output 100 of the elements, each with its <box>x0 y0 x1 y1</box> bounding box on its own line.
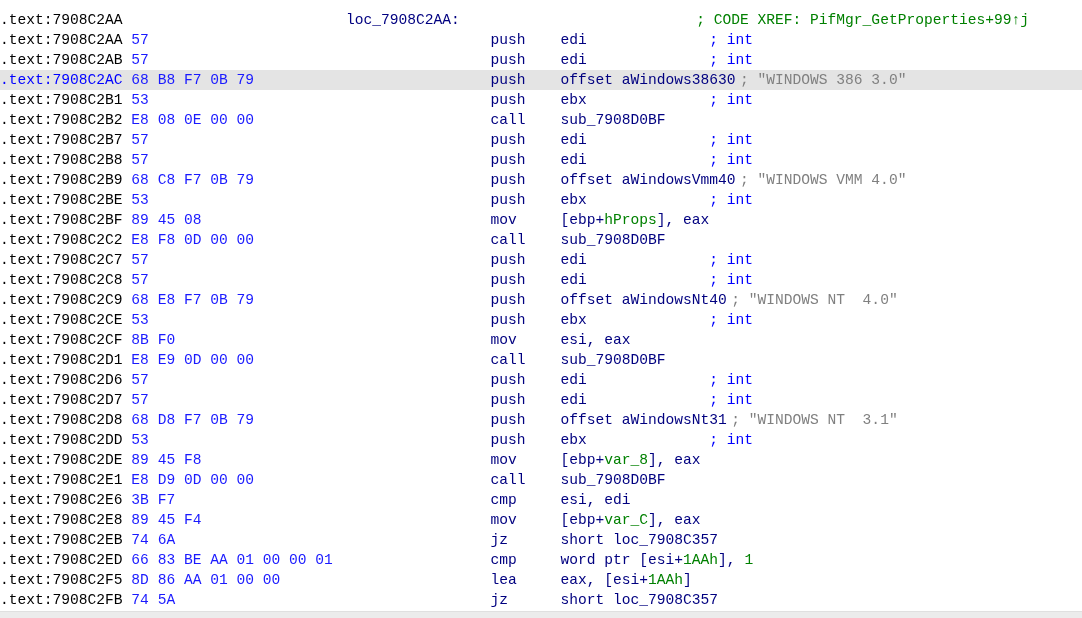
comment-text: ; int <box>709 151 754 170</box>
address-text: .text:7908C2BE <box>0 191 124 210</box>
code-label: loc_7908C2AA: <box>345 11 461 30</box>
mnemonic: push <box>490 412 526 428</box>
opcode-bytes: 57 <box>131 252 149 268</box>
code-line[interactable]: .text:7908C2D7 57 push edi ; int <box>0 390 1082 410</box>
comment-text: ; int <box>709 311 754 330</box>
opcode-bytes: 57 <box>131 132 149 148</box>
operand: offset aWindowsNt40 <box>560 292 727 308</box>
code-line[interactable]: .text:7908C2BF 89 45 08 mov [ebp+hProps], eax <box>0 210 1082 230</box>
mnemonic: push <box>490 272 526 288</box>
operand: offset aWindows38630 <box>560 72 736 88</box>
comment-text: ; int <box>709 91 754 110</box>
mnemonic: push <box>490 432 526 448</box>
opcode-bytes: 68 E8 F7 0B 79 <box>131 292 254 308</box>
mnemonic: call <box>490 352 526 368</box>
comment-text: ; "WINDOWS NT 3.1" <box>731 411 898 430</box>
address-text: .text:7908C2AA <box>0 11 124 30</box>
operand: sub_7908D0BF <box>560 112 666 128</box>
comment-text: ; int <box>709 271 754 290</box>
opcode-bytes: E8 08 0E 00 00 <box>131 112 254 128</box>
comment-text: ; int <box>709 131 754 150</box>
code-line[interactable]: .text:7908C2C9 68 E8 F7 0B 79 push offset aWindowsNt40 ; "WINDOWS NT 4.0" <box>0 290 1082 310</box>
code-line[interactable]: .text:7908C2D6 57 push edi ; int <box>0 370 1082 390</box>
operand: offset aWindowsNt31 <box>560 412 727 428</box>
code-line[interactable]: .text:7908C2DE 89 45 F8 mov [ebp+var_8], eax <box>0 450 1082 470</box>
code-line[interactable]: .text:7908C2CE 53 push ebx ; int <box>0 310 1082 330</box>
code-line[interactable]: .text:7908C2B7 57 push edi ; int <box>0 130 1082 150</box>
comment-text: ; int <box>709 371 754 390</box>
operand: [ebp+var_C], eax <box>560 512 701 528</box>
code-line[interactable]: .text:7908C2DD 53 push ebx ; int <box>0 430 1082 450</box>
code-line[interactable]: .text:7908C2D1 E8 E9 0D 00 00 call sub_7908D0BF <box>0 350 1082 370</box>
comment-text: ; int <box>709 191 754 210</box>
code-line[interactable]: .text:7908C2E6 3B F7 cmp esi, edi <box>0 490 1082 510</box>
code-line[interactable]: .text:7908C2B2 E8 08 0E 00 00 call sub_7908D0BF <box>0 110 1082 130</box>
address-text: .text:7908C2B9 <box>0 171 124 190</box>
mnemonic: push <box>490 132 526 148</box>
horizontal-scrollbar[interactable] <box>0 611 1082 618</box>
address-text: .text:7908C2B7 <box>0 131 124 150</box>
mnemonic: jz <box>490 532 508 548</box>
opcode-bytes: 57 <box>131 272 149 288</box>
code-line[interactable]: .text:7908C2EB 74 6A jz short loc_7908C357 <box>0 530 1082 550</box>
code-line[interactable]: .text:7908C2E8 89 45 F4 mov [ebp+var_C], eax <box>0 510 1082 530</box>
mnemonic: push <box>490 52 526 68</box>
code-line[interactable]: .text:7908C2B1 53 push ebx ; int <box>0 90 1082 110</box>
code-line[interactable]: .text:7908C2AB 57 push edi ; int <box>0 50 1082 70</box>
operand: eax, [esi+1AAh] <box>560 572 692 588</box>
address-text: .text:7908C2EB <box>0 531 124 550</box>
code-line[interactable]: .text:7908C2C7 57 push edi ; int <box>0 250 1082 270</box>
opcode-bytes: 74 5A <box>131 592 176 608</box>
code-line[interactable]: .text:7908C2C8 57 push edi ; int <box>0 270 1082 290</box>
opcode-bytes: E8 F8 0D 00 00 <box>131 232 254 248</box>
operand: ebx <box>560 92 587 108</box>
opcode-bytes: 57 <box>131 52 149 68</box>
operand: ebx <box>560 192 587 208</box>
mnemonic: mov <box>490 332 517 348</box>
address-text: .text:7908C2C9 <box>0 291 124 310</box>
opcode-bytes: 3B F7 <box>131 492 176 508</box>
code-line[interactable]: .text:7908C2AA loc_7908C2AA: ; CODE XREF: PifMgr_GetProperties+99↑j <box>0 10 1082 30</box>
mnemonic: push <box>490 252 526 268</box>
code-line[interactable]: .text:7908C2E1 E8 D9 0D 00 00 call sub_7908D0BF <box>0 470 1082 490</box>
code-line[interactable]: .text:7908C2D8 68 D8 F7 0B 79 push offset aWindowsNt31 ; "WINDOWS NT 3.1" <box>0 410 1082 430</box>
operand: sub_7908D0BF <box>560 352 666 368</box>
mnemonic: push <box>490 172 526 188</box>
code-line[interactable]: .text:7908C2CF 8B F0 mov esi, eax <box>0 330 1082 350</box>
code-line[interactable]: .text:7908C2FB 74 5A jz short loc_7908C357 <box>0 590 1082 610</box>
operand: offset aWindowsVmm40 <box>560 172 736 188</box>
opcode-bytes: 89 45 F8 <box>131 452 202 468</box>
opcode-bytes: 53 <box>131 312 149 328</box>
mnemonic: mov <box>490 452 517 468</box>
opcode-bytes: 89 45 F4 <box>131 512 202 528</box>
mnemonic: push <box>490 72 526 88</box>
opcode-bytes: 89 45 08 <box>131 212 202 228</box>
code-line[interactable]: .text:7908C2F5 8D 86 AA 01 00 00 lea eax, [esi+1AAh] <box>0 570 1082 590</box>
mnemonic: push <box>490 372 526 388</box>
opcode-bytes: 68 B8 F7 0B 79 <box>131 72 254 88</box>
opcode-bytes: 8B F0 <box>131 332 176 348</box>
operand: edi <box>560 272 587 288</box>
address-text: .text:7908C2DD <box>0 431 124 450</box>
address-text: .text:7908C2AA <box>0 31 124 50</box>
operand: short loc_7908C357 <box>560 592 719 608</box>
code-line[interactable]: .text:7908C2B8 57 push edi ; int <box>0 150 1082 170</box>
code-line[interactable]: .text:7908C2ED 66 83 BE AA 01 00 00 01 cmp word ptr [esi+1AAh], 1 <box>0 550 1082 570</box>
address-text: .text:7908C2F5 <box>0 571 124 590</box>
mnemonic: call <box>490 472 526 488</box>
address-text: .text:7908C2D8 <box>0 411 124 430</box>
code-line[interactable]: .text:7908C2BE 53 push ebx ; int <box>0 190 1082 210</box>
code-line[interactable]: .text:7908C2AA 57 push edi ; int <box>0 30 1082 50</box>
address-text: .text:7908C2CE <box>0 311 124 330</box>
address-text: .text:7908C2AC <box>0 71 124 90</box>
address-text: .text:7908C2B8 <box>0 151 124 170</box>
opcode-bytes: 57 <box>131 392 149 408</box>
address-text: .text:7908C2ED <box>0 551 124 570</box>
operand: word ptr [esi+1AAh], 1 <box>560 552 754 568</box>
opcode-bytes: 53 <box>131 192 149 208</box>
code-line[interactable]: .text:7908C2B9 68 C8 F7 0B 79 push offset aWindowsVmm40 ; "WINDOWS VMM 4.0" <box>0 170 1082 190</box>
operand: esi, eax <box>560 332 631 348</box>
code-line[interactable]: .text:7908C2C2 E8 F8 0D 00 00 call sub_7908D0BF <box>0 230 1082 250</box>
operand: sub_7908D0BF <box>560 472 666 488</box>
address-text: .text:7908C2DE <box>0 451 124 470</box>
